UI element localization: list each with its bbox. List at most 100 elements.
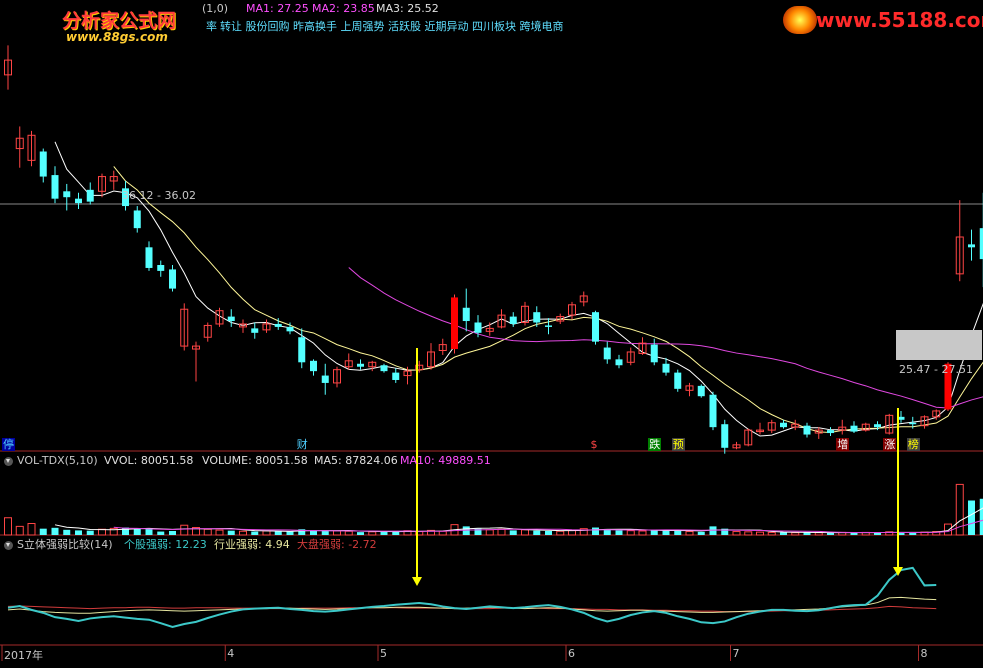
volume-bar: [533, 530, 541, 535]
volume-bar: [685, 531, 694, 536]
header-title-fragment: (1,0): [202, 2, 229, 15]
volume-bar: [4, 517, 12, 536]
candle-body: [451, 297, 458, 350]
volume-bar: [380, 531, 388, 535]
concept-tags[interactable]: 转让 股份回购 昨高换手 上周强势 活跃股 近期异动 四川板块 跨境电商: [220, 20, 563, 34]
volume-bar: [744, 531, 753, 536]
candle-body: [697, 385, 705, 397]
logo-88gs: 分析家公式网: [62, 10, 177, 32]
event-tag[interactable]: 跌: [648, 438, 662, 451]
volume-bar: [157, 531, 165, 535]
candle-body: [603, 347, 611, 360]
volume-bar: [203, 528, 212, 536]
ma1-value: MA1: 27.25: [246, 2, 309, 15]
volume-bar: [27, 523, 36, 536]
logo-55188-badge: [783, 6, 817, 34]
volume-bar: [357, 532, 364, 535]
candle-body: [909, 422, 917, 425]
volume-bar: [321, 530, 329, 535]
event-tag[interactable]: 预: [671, 438, 685, 451]
vol_ma5-line: [54, 507, 983, 534]
volume-bar: [732, 531, 741, 536]
volume-bar: [814, 532, 823, 536]
candle-body: [145, 247, 153, 268]
strength_stock-line: [7, 566, 937, 629]
volume-bar: [169, 530, 176, 535]
candle-body: [874, 424, 881, 428]
volume-bar: [15, 525, 24, 536]
strength-menu-icon[interactable]: [4, 541, 13, 550]
event-tag[interactable]: $: [590, 438, 599, 451]
volume-bar: [767, 531, 776, 536]
candle-body: [462, 307, 470, 322]
volume-bar: [39, 528, 47, 535]
candle-body: [298, 337, 306, 363]
volume-bar: [251, 531, 259, 535]
event-tag[interactable]: 财: [296, 438, 309, 451]
volume-bar: [180, 524, 189, 536]
vvol-value: VVOL: 80051.58: [104, 454, 194, 467]
x-axis-label: 2017年: [4, 649, 43, 662]
candle-body: [850, 425, 858, 432]
candle-body: [86, 189, 94, 202]
price-range-label: 25.47 - 27.51: [899, 363, 973, 376]
volume-bar: [791, 532, 800, 536]
volume-bar: [545, 530, 552, 535]
ma2-line: [113, 166, 983, 433]
chart-stage[interactable]: 分析家公式网 www.88gs.com www.55188.com (1,0) …: [0, 0, 983, 664]
volume-bar: [86, 530, 94, 535]
candle-body: [286, 326, 294, 332]
volume-bar: [674, 530, 682, 535]
candle-body: [780, 422, 787, 428]
strength-title: S立体强弱比较(14): [17, 538, 113, 551]
volume-bar: [485, 529, 494, 536]
candle-body: [75, 198, 82, 204]
volume-bar: [509, 530, 517, 535]
event-tag[interactable]: 停: [2, 438, 15, 451]
event-tag[interactable]: 涨: [883, 438, 897, 451]
volume-bar: [592, 527, 599, 535]
volume-bar: [697, 531, 705, 535]
price-range-box[interactable]: [896, 330, 982, 360]
volume-bar: [51, 527, 59, 535]
volume-bar: [756, 531, 764, 536]
candle-body: [827, 430, 834, 434]
candle-body: [592, 312, 599, 342]
price-line-label: 36.12 - 36.02: [122, 189, 196, 202]
volume-bar: [909, 532, 917, 535]
volume-bar: [75, 530, 82, 535]
candle-body: [157, 265, 165, 271]
candle-body: [533, 312, 541, 323]
candle-body: [251, 328, 259, 333]
volume-bar: [274, 531, 282, 535]
chart-canvas[interactable]: [0, 0, 983, 664]
x-axis-label: 4: [227, 647, 235, 660]
candle-body: [615, 359, 623, 366]
candle-body: [392, 372, 400, 380]
ma1-line: [54, 141, 983, 437]
candle-body: [357, 363, 364, 367]
candle-body: [474, 322, 482, 333]
volume-bar: [344, 530, 353, 536]
volume-bar: [497, 528, 506, 536]
volume-bar: [63, 529, 71, 535]
candle-body: [650, 344, 658, 363]
volume-bar: [521, 529, 529, 536]
stock-strength-value: 个股强弱: 12.23: [124, 538, 207, 551]
concept-prefix: 率: [206, 20, 217, 33]
volume-menu-icon[interactable]: [4, 457, 13, 466]
event-tag[interactable]: 增: [836, 438, 850, 451]
vol-ma5-value: MA5: 87824.06: [314, 454, 398, 467]
candle-body: [274, 323, 282, 327]
x-axis-label: 5: [380, 647, 387, 660]
candle-body: [803, 425, 811, 435]
signal-arrow-head-0: [412, 577, 422, 586]
candle-body: [380, 365, 388, 372]
volume-bar: [368, 531, 377, 536]
event-tag[interactable]: 榜: [906, 438, 920, 451]
volume-bar: [215, 529, 224, 536]
candle-body: [310, 360, 317, 372]
candle-body: [721, 424, 729, 448]
candle-body: [662, 363, 670, 373]
volume-bar: [780, 532, 787, 535]
